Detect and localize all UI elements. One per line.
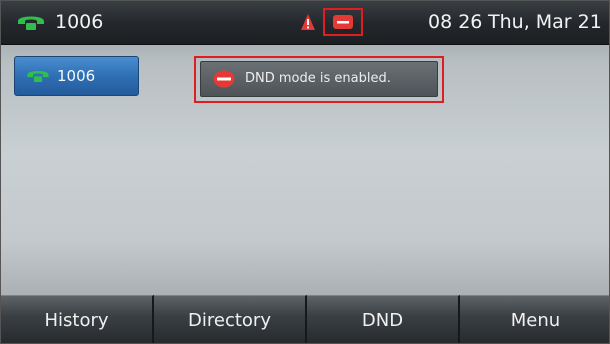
softkey-bar: History Directory DND Menu (1, 295, 609, 343)
status-time: 08 26 (428, 11, 483, 33)
dnd-icon (333, 15, 353, 29)
account-extension: 1006 (55, 11, 104, 33)
alert-icon (301, 14, 315, 30)
history-softkey[interactable]: History (1, 295, 154, 343)
dnd-notification: DND mode is enabled. (200, 61, 438, 97)
status-date: Thu, Mar 21 (488, 11, 602, 33)
menu-softkey[interactable]: Menu (460, 295, 609, 343)
dnd-icon (213, 70, 235, 88)
status-bar: 1006 08 26 Thu, Mar 21 (1, 1, 609, 45)
dnd-softkey[interactable]: DND (307, 295, 460, 343)
dnd-status-highlight (323, 8, 363, 36)
notification-text: DND mode is enabled. (245, 71, 391, 86)
handset-icon (18, 16, 44, 30)
directory-softkey[interactable]: Directory (154, 295, 307, 343)
line-key-label: 1006 (57, 67, 96, 85)
line-key-1006[interactable]: 1006 (14, 56, 139, 96)
phone-screen: 1006 08 26 Thu, Mar 21 1006 DND mode is … (0, 0, 610, 344)
handset-icon (27, 71, 49, 82)
